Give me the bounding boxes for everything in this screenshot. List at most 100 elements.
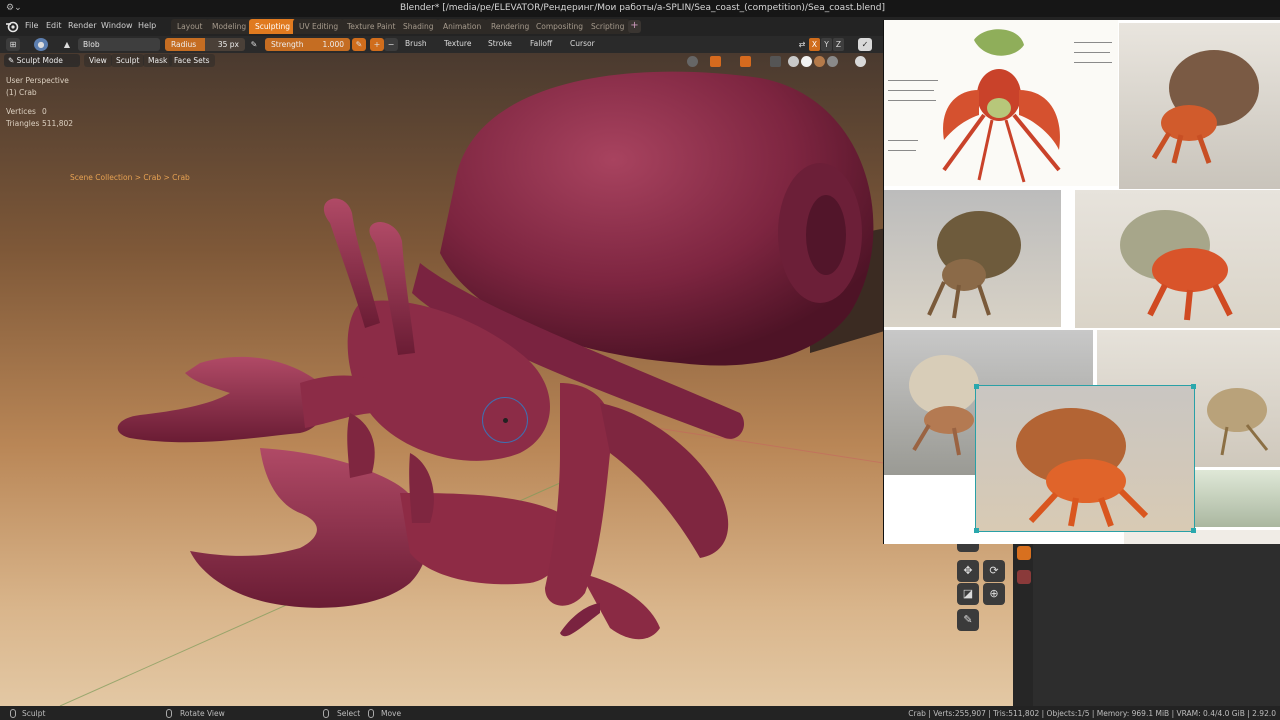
menu-file[interactable]: File xyxy=(25,21,38,30)
diagram-caption-line xyxy=(888,150,916,152)
viewport-menu-mask[interactable]: Mask xyxy=(143,54,173,67)
resize-handle[interactable] xyxy=(1191,384,1196,389)
annotate-tool-icon[interactable]: ✎ xyxy=(957,609,979,631)
blender-logo-icon[interactable] xyxy=(5,20,19,33)
tab-compositing[interactable]: Compositing xyxy=(530,19,590,34)
dyntopo-checkbox[interactable]: ✓ xyxy=(858,38,872,51)
brush-name-field[interactable]: Blob xyxy=(78,38,160,51)
shading-material-icon[interactable] xyxy=(814,56,825,67)
diagram-caption-line xyxy=(888,140,918,142)
mouse-middle-icon xyxy=(166,709,172,718)
transform-tool-icon[interactable]: ⊕ xyxy=(983,583,1005,605)
mouse-move-icon xyxy=(368,709,374,718)
viewport-menu-face-sets[interactable]: Face Sets xyxy=(169,54,215,67)
viewport-menu-view[interactable]: View xyxy=(84,54,112,67)
object-properties-icon[interactable] xyxy=(1017,546,1031,560)
tab-sculpting[interactable]: Sculpting xyxy=(249,19,297,34)
properties-tab-strip xyxy=(1013,544,1033,706)
tab-scripting[interactable]: Scripting xyxy=(585,19,631,34)
gizmo-icon[interactable] xyxy=(710,56,721,67)
crab-illustration-icon xyxy=(942,29,1061,183)
view-toggle-icon[interactable] xyxy=(855,56,866,67)
diagram-caption-line xyxy=(888,90,934,92)
scale-tool-icon[interactable]: ◪ xyxy=(957,583,979,605)
triangles-label: Triangles xyxy=(6,119,40,128)
rotate-tool-icon[interactable]: ⟳ xyxy=(983,560,1005,582)
tool-settings-bar: ⊞ ● ▲ Blob Radius 35 px ✎ Strength 1.000… xyxy=(0,36,884,53)
overlay-icon[interactable] xyxy=(740,56,751,67)
hermit-crab-photo-1[interactable] xyxy=(1119,23,1280,189)
brush-preview-icon[interactable]: ● xyxy=(34,38,48,51)
resize-handle[interactable] xyxy=(974,528,979,533)
crab-photo-icon xyxy=(1151,50,1259,164)
vertices-label: Vertices xyxy=(6,107,36,116)
vertices-value: 0 xyxy=(42,107,47,116)
shading-rendered-icon[interactable] xyxy=(827,56,838,67)
crab-photo-icon xyxy=(927,211,1021,319)
resize-handle[interactable] xyxy=(1191,528,1196,533)
editor-type-icon[interactable]: ⊞ xyxy=(6,38,20,51)
tab-rendering[interactable]: Rendering xyxy=(485,19,536,34)
visibility-icon[interactable] xyxy=(687,56,698,67)
crab-sculpt-model xyxy=(59,71,1013,706)
texture-properties-icon[interactable] xyxy=(1017,570,1031,584)
mode-label: Sculpt Mode xyxy=(16,56,63,65)
diagram-caption-line xyxy=(1074,42,1112,44)
symmetry-y-button[interactable]: Y xyxy=(821,38,832,51)
status-select-label: Select xyxy=(337,709,361,718)
strength-pressure-icon[interactable]: ✎ xyxy=(352,38,366,51)
hermit-crab-photo-6[interactable] xyxy=(1194,470,1280,527)
radius-pressure-icon[interactable]: ✎ xyxy=(247,38,261,51)
menu-help[interactable]: Help xyxy=(138,21,156,30)
resize-handle[interactable] xyxy=(974,384,979,389)
stroke-dropdown[interactable]: Stroke xyxy=(488,39,512,48)
falloff-dropdown[interactable]: Falloff xyxy=(530,39,552,48)
tab-layout[interactable]: Layout xyxy=(171,19,209,34)
cursor-dropdown[interactable]: Cursor xyxy=(570,39,595,48)
mouse-right-icon xyxy=(323,709,329,718)
brush-dropdown[interactable]: Brush xyxy=(405,39,427,48)
tab-shading[interactable]: Shading xyxy=(397,19,440,34)
add-workspace-button[interactable]: + xyxy=(628,20,641,33)
brush-fake-user-icon[interactable]: ▲ xyxy=(60,38,74,51)
mouse-left-icon xyxy=(10,709,16,718)
tab-uv-editing[interactable]: UV Editing xyxy=(293,19,345,34)
triangles-value: 511,802 xyxy=(42,119,74,128)
diagram-caption-line xyxy=(1074,62,1112,64)
radius-value: 35 px xyxy=(217,40,239,49)
move-tool-icon[interactable]: ✥ xyxy=(957,560,979,582)
hermit-crab-photo-3[interactable] xyxy=(1075,190,1280,328)
symmetry-x-button[interactable]: X xyxy=(809,38,820,51)
strength-label: Strength xyxy=(271,40,304,49)
menu-window[interactable]: Window xyxy=(101,21,133,30)
hermit-crab-diagram-image[interactable] xyxy=(884,20,1118,186)
strength-slider[interactable]: Strength 1.000 xyxy=(265,38,350,51)
sculpt-mode-icon: ✎ xyxy=(8,56,17,65)
xray-icon[interactable] xyxy=(770,56,781,67)
symmetry-icon[interactable]: ⇄ xyxy=(795,38,809,51)
3d-viewport[interactable]: ✎ Sculpt Mode View Sculpt Mask Face Sets… xyxy=(0,53,1013,706)
tab-animation[interactable]: Animation xyxy=(437,19,488,34)
crab-photo-icon xyxy=(1016,408,1149,528)
reference-board[interactable] xyxy=(883,20,1280,544)
hermit-crab-photo-2[interactable] xyxy=(884,190,1061,327)
menu-render[interactable]: Render xyxy=(68,21,96,30)
window-menu-icon[interactable]: ⚙⌄ xyxy=(6,3,22,14)
tab-texture-paint[interactable]: Texture Paint xyxy=(341,19,402,34)
viewport-menu-sculpt[interactable]: Sculpt xyxy=(111,54,145,67)
brush-center-icon xyxy=(503,418,508,423)
viewport-header: ✎ Sculpt Mode View Sculpt Mask Face Sets xyxy=(0,53,884,69)
shading-wireframe-icon[interactable] xyxy=(788,56,799,67)
texture-dropdown[interactable]: Texture xyxy=(444,39,471,48)
tab-modeling[interactable]: Modeling xyxy=(206,19,253,34)
shading-solid-icon[interactable] xyxy=(801,56,812,67)
active-object-label: (1) Crab xyxy=(6,88,37,97)
symmetry-z-button[interactable]: Z xyxy=(833,38,844,51)
subtract-direction-icon[interactable]: − xyxy=(384,38,398,51)
menu-edit[interactable]: Edit xyxy=(46,21,62,30)
add-direction-icon[interactable]: + xyxy=(370,38,384,51)
radius-slider[interactable]: Radius 35 px xyxy=(165,38,245,51)
hermit-crab-photo-selected[interactable] xyxy=(975,385,1195,532)
mode-selector[interactable]: ✎ Sculpt Mode xyxy=(4,54,80,67)
hermit-crab-photo-7[interactable] xyxy=(1124,530,1280,544)
